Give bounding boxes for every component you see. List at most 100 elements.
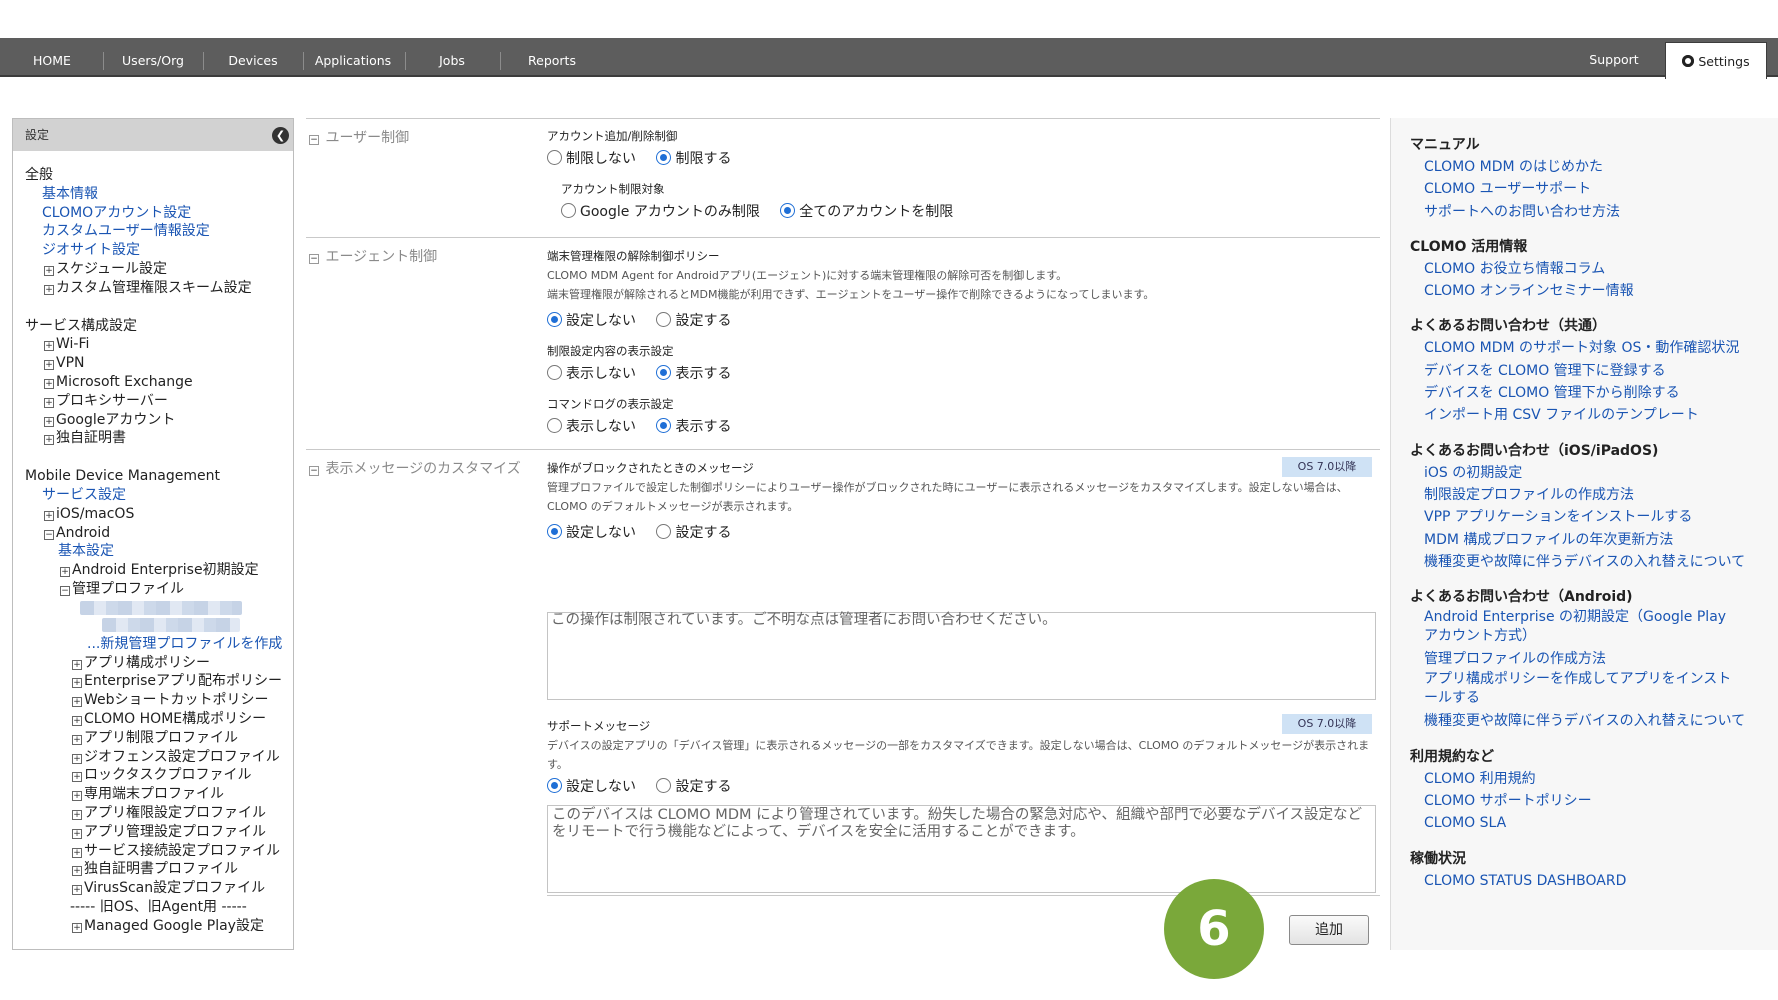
help-link[interactable]: VPP アプリケーションをインストールする [1424, 506, 1778, 528]
expand-icon[interactable]: + [60, 567, 70, 578]
command-log-option-hide[interactable]: 表示しない [547, 416, 636, 436]
section-title-user-control[interactable]: − ユーザー制御 [309, 127, 409, 147]
nav-users-org[interactable]: Users/Org [110, 38, 196, 75]
sidebar-item-schedule[interactable]: + スケジュール設定 [25, 260, 293, 279]
expand-icon[interactable]: + [72, 772, 82, 783]
radio-button[interactable] [656, 524, 672, 539]
expand-icon[interactable]: + [44, 360, 54, 371]
nav-settings-tab[interactable]: Settings [1665, 42, 1767, 79]
help-link[interactable]: iOS の初期設定 [1424, 462, 1778, 484]
sidebar-item-policy[interactable]: + Webショートカットポリシー [25, 691, 293, 710]
expand-icon[interactable]: + [72, 809, 82, 820]
radio-button-selected[interactable] [656, 150, 672, 165]
radio-button[interactable] [656, 312, 672, 327]
sidebar-item-policy[interactable]: + 独自証明書プロファイル [25, 860, 293, 879]
sidebar-item-policy[interactable]: + アプリ権限設定プロファイル [25, 804, 293, 823]
redacted-profile-entry[interactable] [102, 617, 240, 632]
expand-icon[interactable]: + [72, 791, 82, 802]
help-link[interactable]: CLOMO ユーザーサポート [1424, 178, 1778, 200]
sidebar-item-vpn[interactable]: + VPN [25, 354, 293, 373]
nav-home[interactable]: HOME [14, 38, 90, 75]
help-link[interactable]: CLOMO お役立ち情報コラム [1424, 258, 1778, 280]
expand-icon[interactable]: + [72, 885, 82, 896]
sidebar-item-custom-permission[interactable]: + カスタム管理権限スキーム設定 [25, 279, 293, 298]
radio-button[interactable] [547, 365, 562, 380]
help-link[interactable]: CLOMO SLA [1424, 812, 1778, 834]
sidebar-item-policy[interactable]: + ジオフェンス設定プロファイル [25, 748, 293, 767]
radio-button-selected[interactable] [547, 778, 562, 793]
expand-icon[interactable]: + [44, 284, 54, 295]
nav-applications[interactable]: Applications [310, 38, 396, 75]
expand-icon[interactable]: + [72, 678, 82, 689]
support-message-option-off[interactable]: 設定しない [547, 776, 636, 796]
expand-icon[interactable]: + [44, 378, 54, 389]
sidebar-item-policy[interactable]: + アプリ制限プロファイル [25, 729, 293, 748]
help-link[interactable]: CLOMO 利用規約 [1424, 768, 1778, 790]
sidebar-item-policy[interactable]: + ロックタスクプロファイル [25, 766, 293, 785]
expand-icon[interactable]: + [72, 753, 82, 764]
radio-button-selected[interactable] [656, 365, 672, 380]
sidebar-item-policy[interactable]: + CLOMO HOME構成ポリシー [25, 710, 293, 729]
expand-icon[interactable]: + [44, 397, 54, 408]
sidebar-item-policy[interactable]: + 専用端末プロファイル [25, 785, 293, 804]
help-link[interactable]: CLOMO MDM のサポート対象 OS・動作確認状況 [1424, 337, 1778, 359]
collapse-icon[interactable]: − [44, 529, 54, 540]
sidebar-link-custom-user-info[interactable]: カスタムユーザー情報設定 [25, 222, 293, 241]
section-title-message-customize[interactable]: − 表示メッセージのカスタマイズ [309, 458, 521, 478]
help-link[interactable]: CLOMO STATUS DASHBOARD [1424, 870, 1778, 892]
help-link[interactable]: 機種変更や故障に伴うデバイスの入れ替えについて [1424, 551, 1778, 573]
redacted-profile-entry[interactable] [80, 600, 242, 615]
sidebar-item-google-account[interactable]: + Googleアカウント [25, 411, 293, 430]
help-link[interactable]: 制限設定プロファイルの作成方法 [1424, 484, 1778, 506]
account-control-option-limit[interactable]: 制限する [656, 148, 731, 168]
expand-icon[interactable]: + [72, 697, 82, 708]
sidebar-item-ios-macos[interactable]: + iOS/macOS [25, 505, 293, 524]
expand-icon[interactable]: + [44, 510, 54, 521]
radio-button-selected[interactable] [547, 312, 562, 327]
release-policy-option-on[interactable]: 設定する [656, 310, 731, 330]
sidebar-item-policy[interactable]: + Enterpriseアプリ配布ポリシー [25, 672, 293, 691]
sidebar-item-policy[interactable]: + サービス接続設定プロファイル [25, 842, 293, 861]
sidebar-link-new-profile[interactable]: ...新規管理プロファイルを作成 [25, 635, 293, 654]
help-link[interactable]: 管理プロファイルの作成方法 [1424, 648, 1778, 670]
sidebar-item-exchange[interactable]: + Microsoft Exchange [25, 373, 293, 392]
expand-icon[interactable]: + [72, 828, 82, 839]
help-link[interactable]: CLOMO オンラインセミナー情報 [1424, 280, 1778, 302]
section-title-agent-control[interactable]: − エージェント制御 [309, 246, 437, 266]
sidebar-item-proxy[interactable]: + プロキシサーバー [25, 392, 293, 411]
account-control-option-no-limit[interactable]: 制限しない [547, 148, 636, 168]
radio-button[interactable] [547, 150, 562, 165]
radio-button-selected[interactable] [547, 524, 562, 539]
expand-icon[interactable]: + [44, 416, 54, 427]
help-link[interactable]: サポートへのお問い合わせ方法 [1424, 201, 1778, 223]
release-policy-option-off[interactable]: 設定しない [547, 310, 636, 330]
expand-icon[interactable]: + [72, 734, 82, 745]
block-message-option-on[interactable]: 設定する [656, 522, 731, 542]
help-link[interactable]: アプリ構成ポリシーを作成してアプリをインストールする [1424, 670, 1744, 707]
help-link[interactable]: デバイスを CLOMO 管理下から削除する [1424, 382, 1778, 404]
collapse-icon[interactable]: − [309, 254, 319, 264]
nav-support[interactable]: Support [1574, 38, 1654, 75]
radio-button[interactable] [547, 418, 562, 433]
collapse-icon[interactable]: − [60, 585, 70, 596]
sidebar-item-policy[interactable]: + アプリ構成ポリシー [25, 654, 293, 673]
help-link[interactable]: Android Enterprise の初期設定（Google Play アカウ… [1424, 608, 1744, 645]
sidebar-link-clomo-account[interactable]: CLOMOアカウント設定 [25, 204, 293, 223]
sidebar-link-basic-info[interactable]: 基本情報 [25, 185, 293, 204]
sidebar-item-managed-play[interactable]: + Managed Google Play設定 [25, 917, 293, 936]
expand-icon[interactable]: + [72, 659, 82, 670]
radio-button-selected[interactable] [656, 418, 672, 433]
nav-reports[interactable]: Reports [507, 38, 597, 75]
add-button[interactable]: 追加 [1289, 915, 1369, 945]
collapse-sidebar-icon[interactable]: ❮ [272, 127, 289, 144]
account-target-option-all[interactable]: 全てのアカウントを制限 [780, 201, 953, 221]
sidebar-item-ae-init[interactable]: + Android Enterprise初期設定 [25, 561, 293, 580]
sidebar-link-service-settings[interactable]: サービス設定 [25, 486, 293, 505]
support-message-option-on[interactable]: 設定する [656, 776, 731, 796]
sidebar-item-policy[interactable]: + VirusScan設定プロファイル [25, 879, 293, 898]
help-link[interactable]: MDM 構成プロファイルの年次更新方法 [1424, 529, 1778, 551]
sidebar-item-certificate[interactable]: + 独自証明書 [25, 429, 293, 448]
command-log-option-show[interactable]: 表示する [656, 416, 731, 436]
account-target-option-google-only[interactable]: Google アカウントのみ制限 [561, 201, 760, 221]
collapse-icon[interactable]: − [309, 466, 319, 476]
